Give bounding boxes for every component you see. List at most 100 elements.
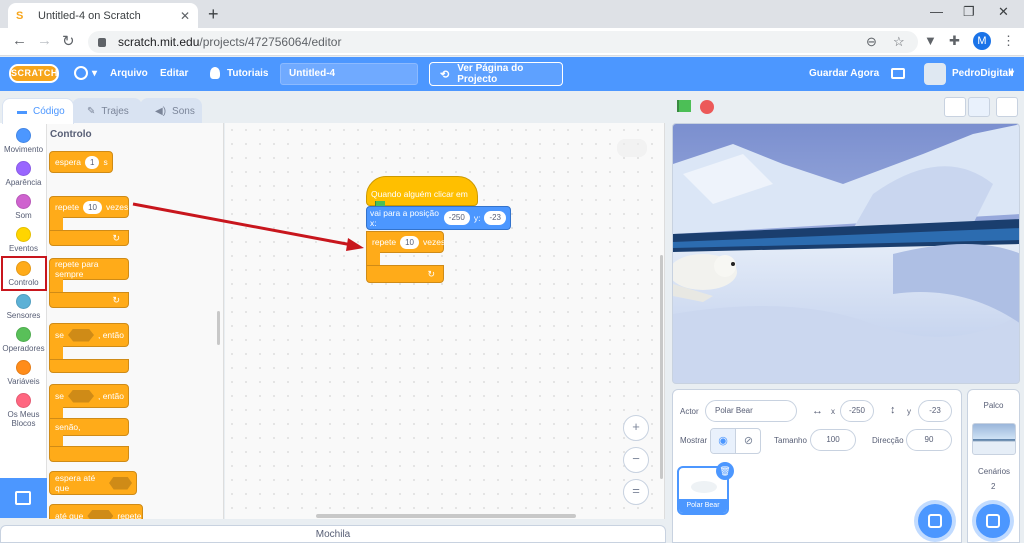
address-bar-row: ← → ↻ scratch.mit.edu/projects/472756064… (0, 28, 1024, 56)
block-repeat-until[interactable]: até que repete (49, 504, 143, 519)
profile-avatar[interactable]: M (973, 32, 991, 50)
green-flag-button[interactable] (677, 100, 691, 112)
category-my-blocks[interactable]: Os Meus Blocos (0, 393, 47, 428)
sprite-y-input[interactable]: -23 (918, 400, 952, 422)
project-title-input[interactable]: Untitled-4 (280, 63, 418, 85)
script-vertical-scrollbar[interactable] (660, 255, 663, 479)
repeat-count-input[interactable]: 10 (400, 235, 420, 249)
backdrop-add-icon (986, 514, 1000, 528)
stage-thumbnail[interactable] (972, 423, 1016, 455)
tab-sounds[interactable]: ◀) Sons (140, 98, 202, 124)
sprite-size-input[interactable]: 100 (810, 429, 856, 451)
x-arrows-icon: ↔ (812, 405, 823, 417)
normal-stage-button[interactable] (968, 97, 990, 117)
script-horizontal-scrollbar[interactable] (316, 514, 576, 518)
block-forever[interactable]: repete para sempre (49, 258, 129, 280)
category-motion[interactable]: Movimento (0, 128, 47, 154)
script-repeat[interactable]: repete 10 vezes (366, 231, 445, 253)
small-stage-button[interactable] (944, 97, 966, 117)
browser-tab[interactable]: S Untitled-4 on Scratch ✕ (8, 3, 198, 28)
delete-sprite-icon[interactable]: 🗑 (716, 462, 734, 480)
arctic-backdrop (673, 124, 1019, 383)
new-tab-icon[interactable]: + (208, 4, 219, 25)
zoom-out-button[interactable]: − (623, 447, 649, 473)
block-if-then[interactable]: se , então (49, 323, 129, 347)
block-wait[interactable]: espera 1 s (49, 151, 113, 173)
backpack-bar[interactable]: Mochila (0, 525, 666, 543)
language-chevron-icon[interactable]: ▾ (92, 68, 97, 79)
control-highlight-box (1, 256, 47, 291)
category-label: Aparência (5, 178, 42, 187)
add-sprite-button[interactable] (918, 504, 952, 538)
see-project-page-button[interactable]: ⟲ Ver Página do Projecto (429, 62, 563, 86)
my-stuff-folder-icon[interactable] (891, 68, 905, 79)
condition-slot[interactable] (67, 328, 94, 342)
hide-eye-icon[interactable]: ⊘ (736, 429, 760, 453)
category-events[interactable]: Eventos (0, 227, 47, 253)
sprite-direction-input[interactable]: 90 (906, 429, 952, 451)
category-variables[interactable]: Variáveis (0, 360, 47, 386)
block-input[interactable]: 10 (83, 200, 103, 214)
zoom-page-icon[interactable]: ⊖ (866, 34, 877, 50)
block-label: , então (97, 391, 124, 401)
browser-menu-icon[interactable]: ⋮ (1002, 33, 1015, 49)
reload-icon[interactable]: ↻ (62, 32, 75, 50)
script-go-to-xy[interactable]: vai para a posição x: -250 y: -23 (366, 206, 511, 230)
url-input[interactable]: scratch.mit.edu/projects/472756064/edito… (88, 31, 918, 53)
save-now-button[interactable]: Guardar Agora (809, 68, 879, 79)
menu-file[interactable]: Arquivo (110, 68, 148, 79)
tab-costumes[interactable]: ✎ Trajes (72, 98, 142, 124)
tab-code[interactable]: ▬ Código (2, 98, 74, 124)
bookmark-star-icon[interactable]: ☆ (893, 34, 905, 50)
x-input[interactable]: -250 (443, 211, 470, 225)
close-tab-icon[interactable]: ✕ (180, 9, 190, 23)
extension-shield-icon[interactable]: ▼ (924, 33, 937, 48)
brush-icon: ✎ (87, 106, 96, 117)
show-label: Mostrar (680, 436, 708, 445)
extensions-puzzle-icon[interactable]: ✚ (949, 33, 960, 49)
language-globe-icon[interactable] (74, 66, 88, 80)
zoom-in-button[interactable]: + (623, 415, 649, 441)
block-label: até que (55, 511, 84, 519)
block-label: repete para sempre (55, 259, 99, 279)
block-input[interactable]: 1 (85, 155, 100, 169)
condition-slot[interactable] (87, 509, 114, 519)
script-when-flag-clicked[interactable]: Quando alguém clicar em (366, 176, 478, 209)
block-label: vai para a posição x: (370, 208, 439, 228)
user-avatar[interactable] (924, 63, 946, 85)
username[interactable]: PedroDigitall (952, 68, 1014, 79)
menu-edit[interactable]: Editar (160, 68, 188, 79)
condition-slot[interactable] (109, 476, 132, 490)
stop-button[interactable] (700, 100, 714, 114)
restore-icon[interactable]: ❐ (963, 4, 975, 20)
condition-slot[interactable] (67, 389, 94, 403)
back-icon[interactable]: ← (12, 32, 27, 49)
fullscreen-button[interactable] (996, 97, 1018, 117)
tab-costumes-label: Trajes (101, 106, 129, 117)
menu-tutorials[interactable]: Tutoriais (227, 68, 268, 79)
minimize-icon[interactable]: — (930, 4, 943, 19)
forward-icon[interactable]: → (37, 32, 52, 49)
category-label: Operadores (2, 344, 45, 353)
category-operators[interactable]: Operadores (0, 327, 47, 353)
stage-canvas[interactable] (672, 123, 1020, 384)
add-backdrop-button[interactable] (976, 504, 1010, 538)
sprite-x-input[interactable]: -250 (840, 400, 874, 422)
palette-scrollbar[interactable] (217, 311, 220, 345)
block-wait-until[interactable]: espera até que (49, 471, 137, 495)
scratch-logo[interactable]: SCRATCH (9, 64, 59, 83)
block-if-else[interactable]: se , então (49, 384, 129, 408)
category-sound[interactable]: Som (0, 194, 47, 220)
category-sensing[interactable]: Sensores (0, 294, 47, 320)
category-label: Som (15, 211, 32, 220)
category-looks[interactable]: Aparência (0, 161, 47, 187)
add-extension-button[interactable] (0, 478, 47, 518)
account-chevron-icon[interactable]: ▾ (1009, 68, 1014, 79)
block-repeat[interactable]: repete 10 vezes (49, 196, 129, 218)
browser-tab-title: Untitled-4 on Scratch (38, 9, 141, 22)
show-eye-icon[interactable]: ◉ (711, 429, 736, 453)
window-close-icon[interactable]: ✕ (998, 4, 1009, 20)
sprite-name-input[interactable]: Polar Bear (705, 400, 797, 422)
y-input[interactable]: -23 (484, 211, 506, 225)
zoom-reset-button[interactable]: = (623, 479, 649, 505)
